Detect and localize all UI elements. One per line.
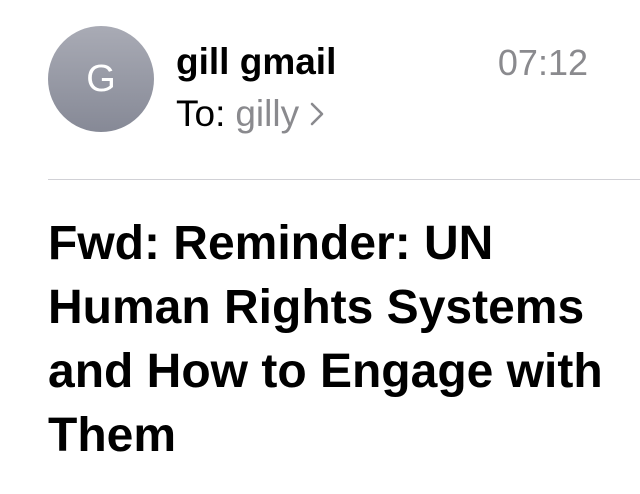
sender-avatar[interactable]: G [48, 26, 154, 132]
email-time: 07:12 [497, 42, 588, 83]
chevron-right-icon[interactable] [309, 101, 325, 127]
recipient-name[interactable]: gilly [235, 92, 299, 136]
email-subject: Fwd: Reminder: UN Human Rights Systems a… [48, 217, 603, 462]
avatar-initial: G [86, 58, 116, 100]
header-divider [48, 179, 640, 180]
sender-name[interactable]: gill gmail [176, 40, 336, 84]
to-label: To: [176, 93, 226, 134]
recipient-details-toggle[interactable]: To: gilly [176, 92, 325, 136]
email-detail-view: G gill gmail 07:12 To: gilly Fwd: Remind… [0, 0, 640, 494]
